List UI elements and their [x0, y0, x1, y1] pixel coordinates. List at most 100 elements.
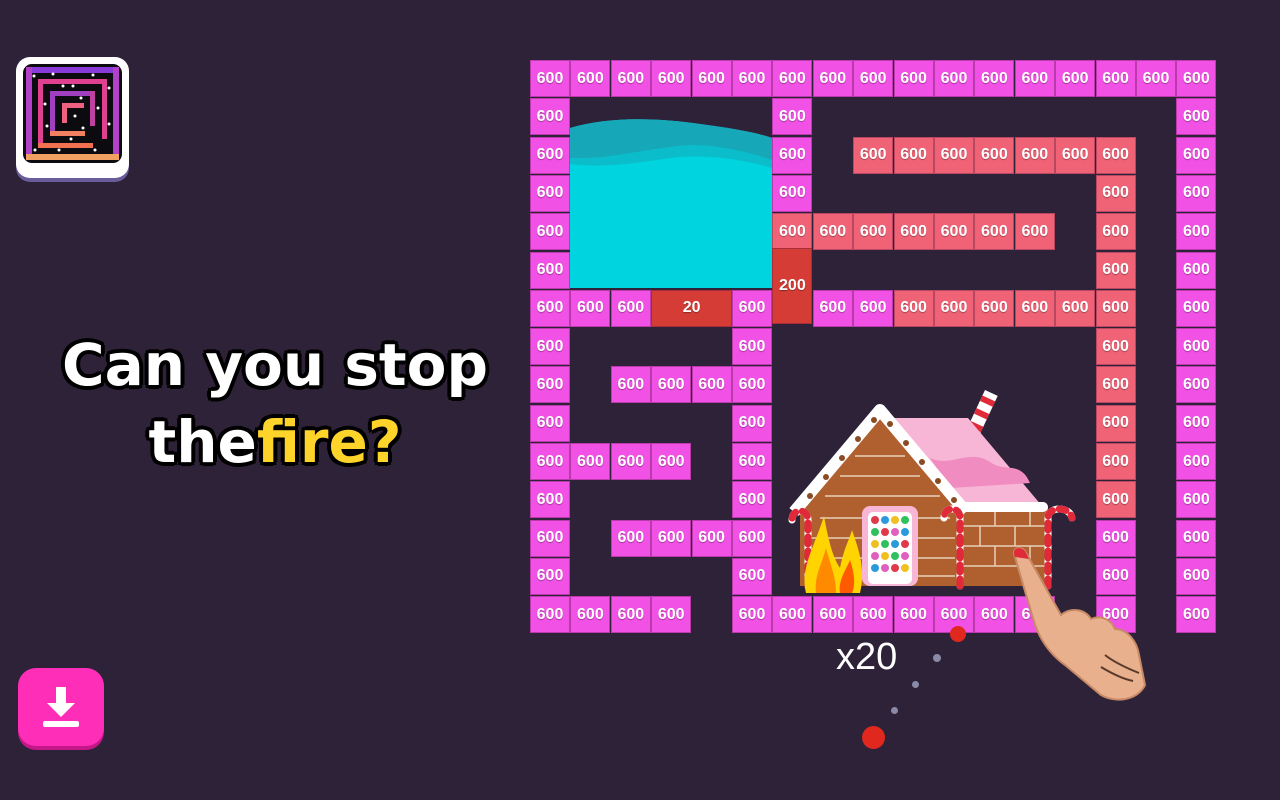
- brick: 600: [853, 136, 894, 174]
- brick: 600: [1014, 60, 1055, 97]
- brick: 600: [1095, 328, 1136, 366]
- ball-marker: [950, 626, 966, 642]
- brick: 600: [651, 596, 692, 634]
- brick: 600: [570, 596, 611, 634]
- brick: 600: [974, 213, 1015, 251]
- brick: 600: [974, 60, 1015, 97]
- brick: 600: [651, 519, 692, 557]
- brick: 600: [1095, 481, 1136, 519]
- brick: 600: [732, 289, 772, 327]
- brick: 600: [1176, 596, 1217, 634]
- brick: 600: [893, 136, 934, 174]
- brick: 600: [691, 519, 732, 557]
- brick: 600: [530, 328, 570, 366]
- brick: 600: [530, 596, 570, 634]
- brick: 600: [1095, 251, 1136, 289]
- brick: 600: [1176, 443, 1217, 480]
- brick: 600: [772, 60, 813, 97]
- download-icon: [43, 687, 79, 727]
- brick: 600: [934, 289, 974, 327]
- brick: 600: [893, 289, 934, 327]
- brick: 600: [1095, 60, 1136, 97]
- brick: 600: [934, 213, 974, 251]
- brick: 600: [610, 596, 651, 634]
- launcher-ball[interactable]: [862, 726, 885, 749]
- brick: 600: [530, 519, 570, 557]
- brick: 600: [853, 289, 894, 327]
- brick: 600: [772, 213, 813, 251]
- tutorial-hand-pointer: [1005, 545, 1150, 705]
- brick: 600: [570, 60, 611, 97]
- brick: 600: [853, 213, 894, 251]
- download-button[interactable]: [18, 668, 104, 746]
- brick: 600: [812, 289, 853, 327]
- brick: 600: [530, 443, 570, 480]
- brick: 600: [1055, 289, 1096, 327]
- brick: 600: [1176, 60, 1217, 97]
- brick: 600: [530, 136, 570, 174]
- brick: 600: [732, 366, 772, 404]
- brick: 600: [934, 136, 974, 174]
- brick: 600: [530, 557, 570, 595]
- brick: 600: [772, 98, 813, 136]
- brick: 600: [1176, 136, 1217, 174]
- brick: 600: [1095, 366, 1136, 404]
- brick: 600: [1176, 213, 1217, 251]
- brick: 600: [530, 404, 570, 442]
- brick: 600: [1095, 174, 1136, 212]
- brick: 600: [1176, 251, 1217, 289]
- brick: 200: [772, 247, 813, 325]
- water-pool: [570, 98, 772, 288]
- brick: 600: [732, 328, 772, 366]
- brick: 600: [732, 60, 772, 97]
- brick: 600: [570, 443, 611, 480]
- brick: 600: [1055, 60, 1096, 97]
- brick: 600: [1095, 136, 1136, 174]
- brick: 600: [732, 481, 772, 519]
- aim-dot: [912, 681, 919, 688]
- brick: 600: [812, 213, 853, 251]
- brick: 600: [974, 289, 1015, 327]
- brick: 600: [1095, 443, 1136, 480]
- brick: 600: [530, 289, 570, 327]
- brick: 600: [1055, 136, 1096, 174]
- brick: 600: [610, 289, 651, 327]
- brick: 600: [1014, 136, 1055, 174]
- brick: 600: [1176, 557, 1217, 595]
- brick: 600: [1014, 213, 1055, 251]
- brick: 600: [1176, 519, 1217, 557]
- brick: 600: [691, 60, 732, 97]
- brick: 600: [530, 98, 570, 136]
- brick: 600: [530, 366, 570, 404]
- brick: 600: [530, 481, 570, 519]
- brick: 600: [651, 443, 692, 480]
- brick: 600: [1176, 481, 1217, 519]
- brick: 600: [732, 596, 772, 634]
- brick: 600: [812, 60, 853, 97]
- ball-multiplier: x20: [836, 636, 898, 678]
- brick: 600: [651, 60, 692, 97]
- brick: 600: [934, 60, 974, 97]
- brick: 600: [732, 557, 772, 595]
- brick: 600: [691, 366, 732, 404]
- brick: 600: [1176, 289, 1217, 327]
- brick: 600: [974, 136, 1015, 174]
- brick: 600: [732, 443, 772, 480]
- brick: 600: [732, 519, 772, 557]
- brick: 600: [651, 366, 692, 404]
- brick: 600: [1176, 98, 1217, 136]
- brick: 20: [651, 289, 732, 327]
- brick: 600: [530, 174, 570, 212]
- brick: 600: [1136, 60, 1176, 97]
- brick: 600: [893, 213, 934, 251]
- brick: 600: [853, 60, 894, 97]
- brick: 600: [610, 519, 651, 557]
- brick: 600: [530, 60, 570, 97]
- brick: 600: [610, 60, 651, 97]
- brick: 600: [732, 404, 772, 442]
- brick: 600: [1095, 289, 1136, 327]
- brick: 600: [1014, 289, 1055, 327]
- brick: 600: [530, 213, 570, 251]
- brick: 600: [1095, 213, 1136, 251]
- brick: 600: [610, 443, 651, 480]
